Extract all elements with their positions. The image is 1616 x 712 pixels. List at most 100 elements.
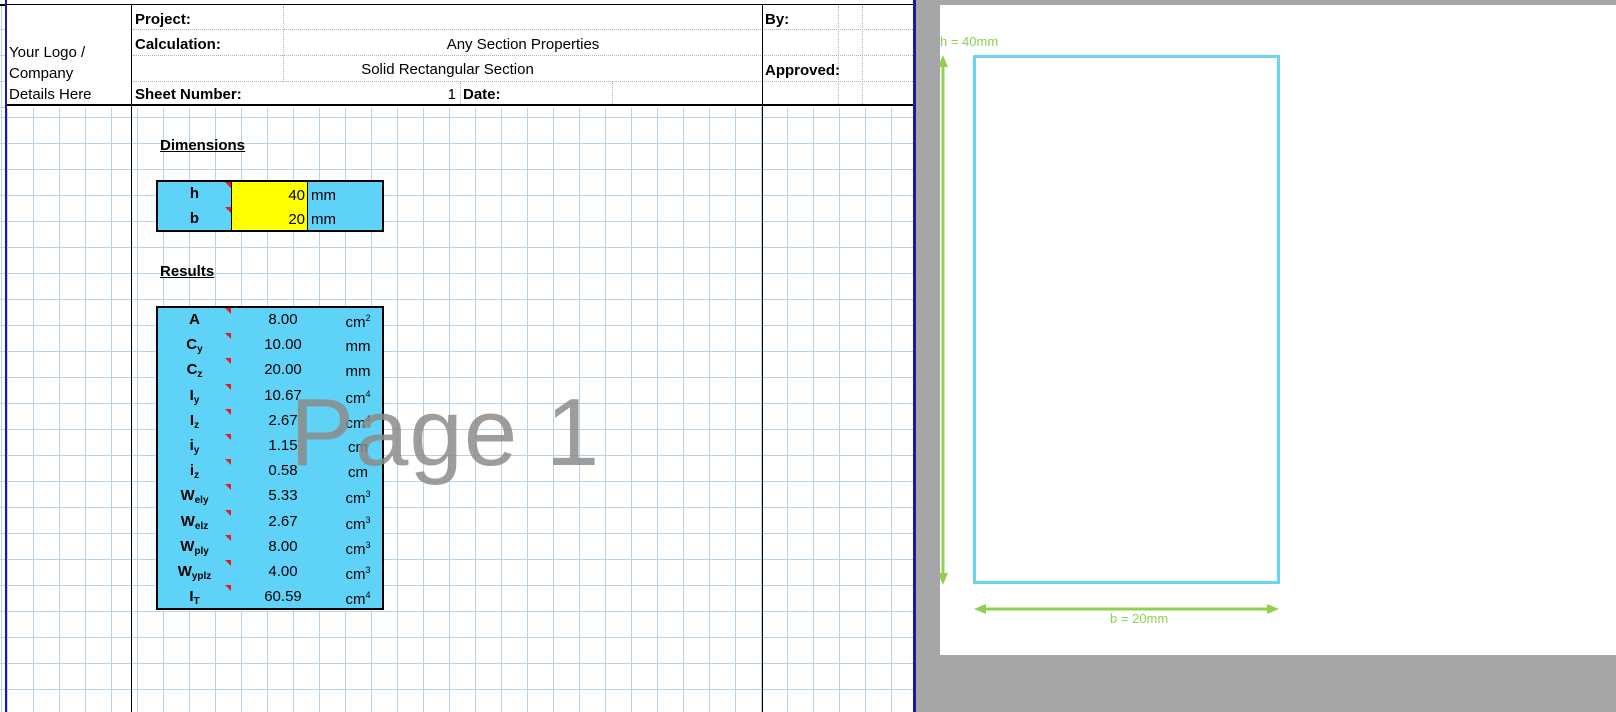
column-divider [762, 5, 763, 712]
approved-label: Approved: [765, 62, 840, 79]
width-arrow-left [974, 604, 986, 614]
header-gridline [133, 55, 913, 56]
result-value: 20.00 [264, 361, 302, 378]
comment-marker [225, 358, 231, 364]
column-divider [131, 5, 132, 712]
result-subscript: z [194, 420, 200, 431]
result-label: Wply [158, 538, 231, 557]
result-unit: cm4 [333, 590, 383, 608]
result-unit-text: cm [345, 516, 366, 533]
dim-b-unit: mm [311, 211, 336, 228]
result-subscript: y [193, 445, 200, 456]
section-drawing: h = 40mm b = 20mm [940, 5, 1616, 655]
result-value: 5.33 [268, 487, 298, 504]
dim-b-input[interactable]: 20 [233, 211, 305, 228]
results-heading: Results [160, 263, 215, 280]
dim-h-label: h [189, 185, 200, 202]
result-label: Cy [158, 336, 231, 355]
logo-text-line2: Company [9, 65, 74, 82]
result-subscript: z [197, 369, 203, 380]
result-unit: cm3 [333, 540, 383, 558]
result-symbol: W [177, 563, 192, 580]
section-drawing-svg [940, 55, 1280, 614]
header-gridline [460, 82, 461, 106]
result-unit-exponent: 3 [365, 565, 371, 575]
dim-b-label: b [189, 210, 200, 227]
result-unit-exponent: 3 [365, 540, 371, 550]
result-value: 8.00 [268, 311, 298, 328]
result-label: Wyplz [158, 563, 231, 582]
header-gridline [838, 6, 839, 106]
calculation-value[interactable]: Any Section Properties [284, 36, 762, 53]
dim-h-input[interactable]: 40 [233, 187, 305, 204]
page-watermark: Page 1 [290, 379, 601, 486]
comment-marker [225, 459, 231, 465]
result-label: Iy [158, 387, 231, 406]
sheet-number-label: Sheet Number: [135, 86, 242, 103]
dim-h-unit: mm [311, 187, 336, 204]
result-subscript: z [194, 470, 200, 481]
comment-marker [225, 484, 231, 490]
result-unit-text: cm [345, 490, 366, 507]
date-label: Date: [463, 86, 501, 103]
result-label: A [158, 311, 231, 328]
result-unit-exponent: 4 [365, 590, 371, 600]
header-gridline [612, 82, 613, 106]
result-unit-exponent: 3 [365, 489, 371, 499]
calculation-label: Calculation: [135, 36, 221, 53]
result-subscript: ply [194, 546, 209, 557]
result-unit: cm2 [333, 313, 383, 331]
comment-marker [225, 384, 231, 390]
spreadsheet-page: Your Logo / Company Details Here Project… [0, 0, 916, 712]
height-arrow-bottom [940, 573, 948, 585]
header-gridline [862, 6, 863, 106]
result-unit-text: cm [345, 566, 366, 583]
result-symbol: C [186, 361, 198, 378]
height-arrow-top [940, 55, 948, 67]
result-value: 2.67 [268, 513, 298, 530]
comment-marker [225, 207, 231, 213]
result-label: Welz [158, 513, 231, 532]
result-subscript: y [197, 344, 203, 355]
result-symbol: W [180, 487, 195, 504]
comment-marker [225, 560, 231, 566]
page-border-left [5, 0, 7, 712]
result-unit: cm3 [333, 489, 383, 507]
comment-marker [225, 409, 231, 415]
by-label: By: [765, 11, 790, 28]
table-divider [307, 181, 308, 231]
result-subscript: elz [194, 521, 209, 532]
result-value: 60.59 [264, 588, 302, 605]
result-label: Iz [158, 412, 231, 431]
comment-marker [225, 333, 231, 339]
section-rectangle [973, 55, 1280, 584]
result-label: IT [158, 588, 231, 607]
header-gridline [133, 29, 913, 30]
logo-text-line1: Your Logo / [9, 44, 86, 61]
width-dimension-label: b = 20mm [1110, 611, 1169, 626]
sheet-number-value[interactable]: 1 [400, 86, 456, 103]
result-label: Cz [158, 361, 231, 380]
dimensions-heading: Dimensions [160, 137, 246, 154]
result-unit-text: mm [345, 338, 371, 355]
result-value: 4.00 [268, 563, 298, 580]
result-symbol: A [189, 311, 200, 328]
result-value: 8.00 [268, 538, 298, 555]
result-symbol: W [180, 538, 195, 555]
result-label: Wely [158, 487, 231, 506]
result-subscript: y [193, 395, 200, 406]
comment-marker [225, 585, 231, 591]
section-subtitle[interactable]: Solid Rectangular Section [133, 61, 762, 78]
logo-text-line3: Details Here [9, 86, 92, 103]
comment-marker [225, 308, 231, 314]
result-unit-exponent: 2 [365, 313, 371, 323]
result-label: iz [158, 462, 231, 481]
result-unit-text: cm [345, 314, 366, 331]
result-subscript: ely [194, 495, 209, 506]
width-arrow-right [1267, 604, 1279, 614]
comment-marker [225, 434, 231, 440]
result-unit: cm3 [333, 565, 383, 583]
result-unit-text: cm [345, 591, 366, 608]
project-label: Project: [135, 11, 191, 28]
result-unit-exponent: 3 [365, 515, 371, 525]
